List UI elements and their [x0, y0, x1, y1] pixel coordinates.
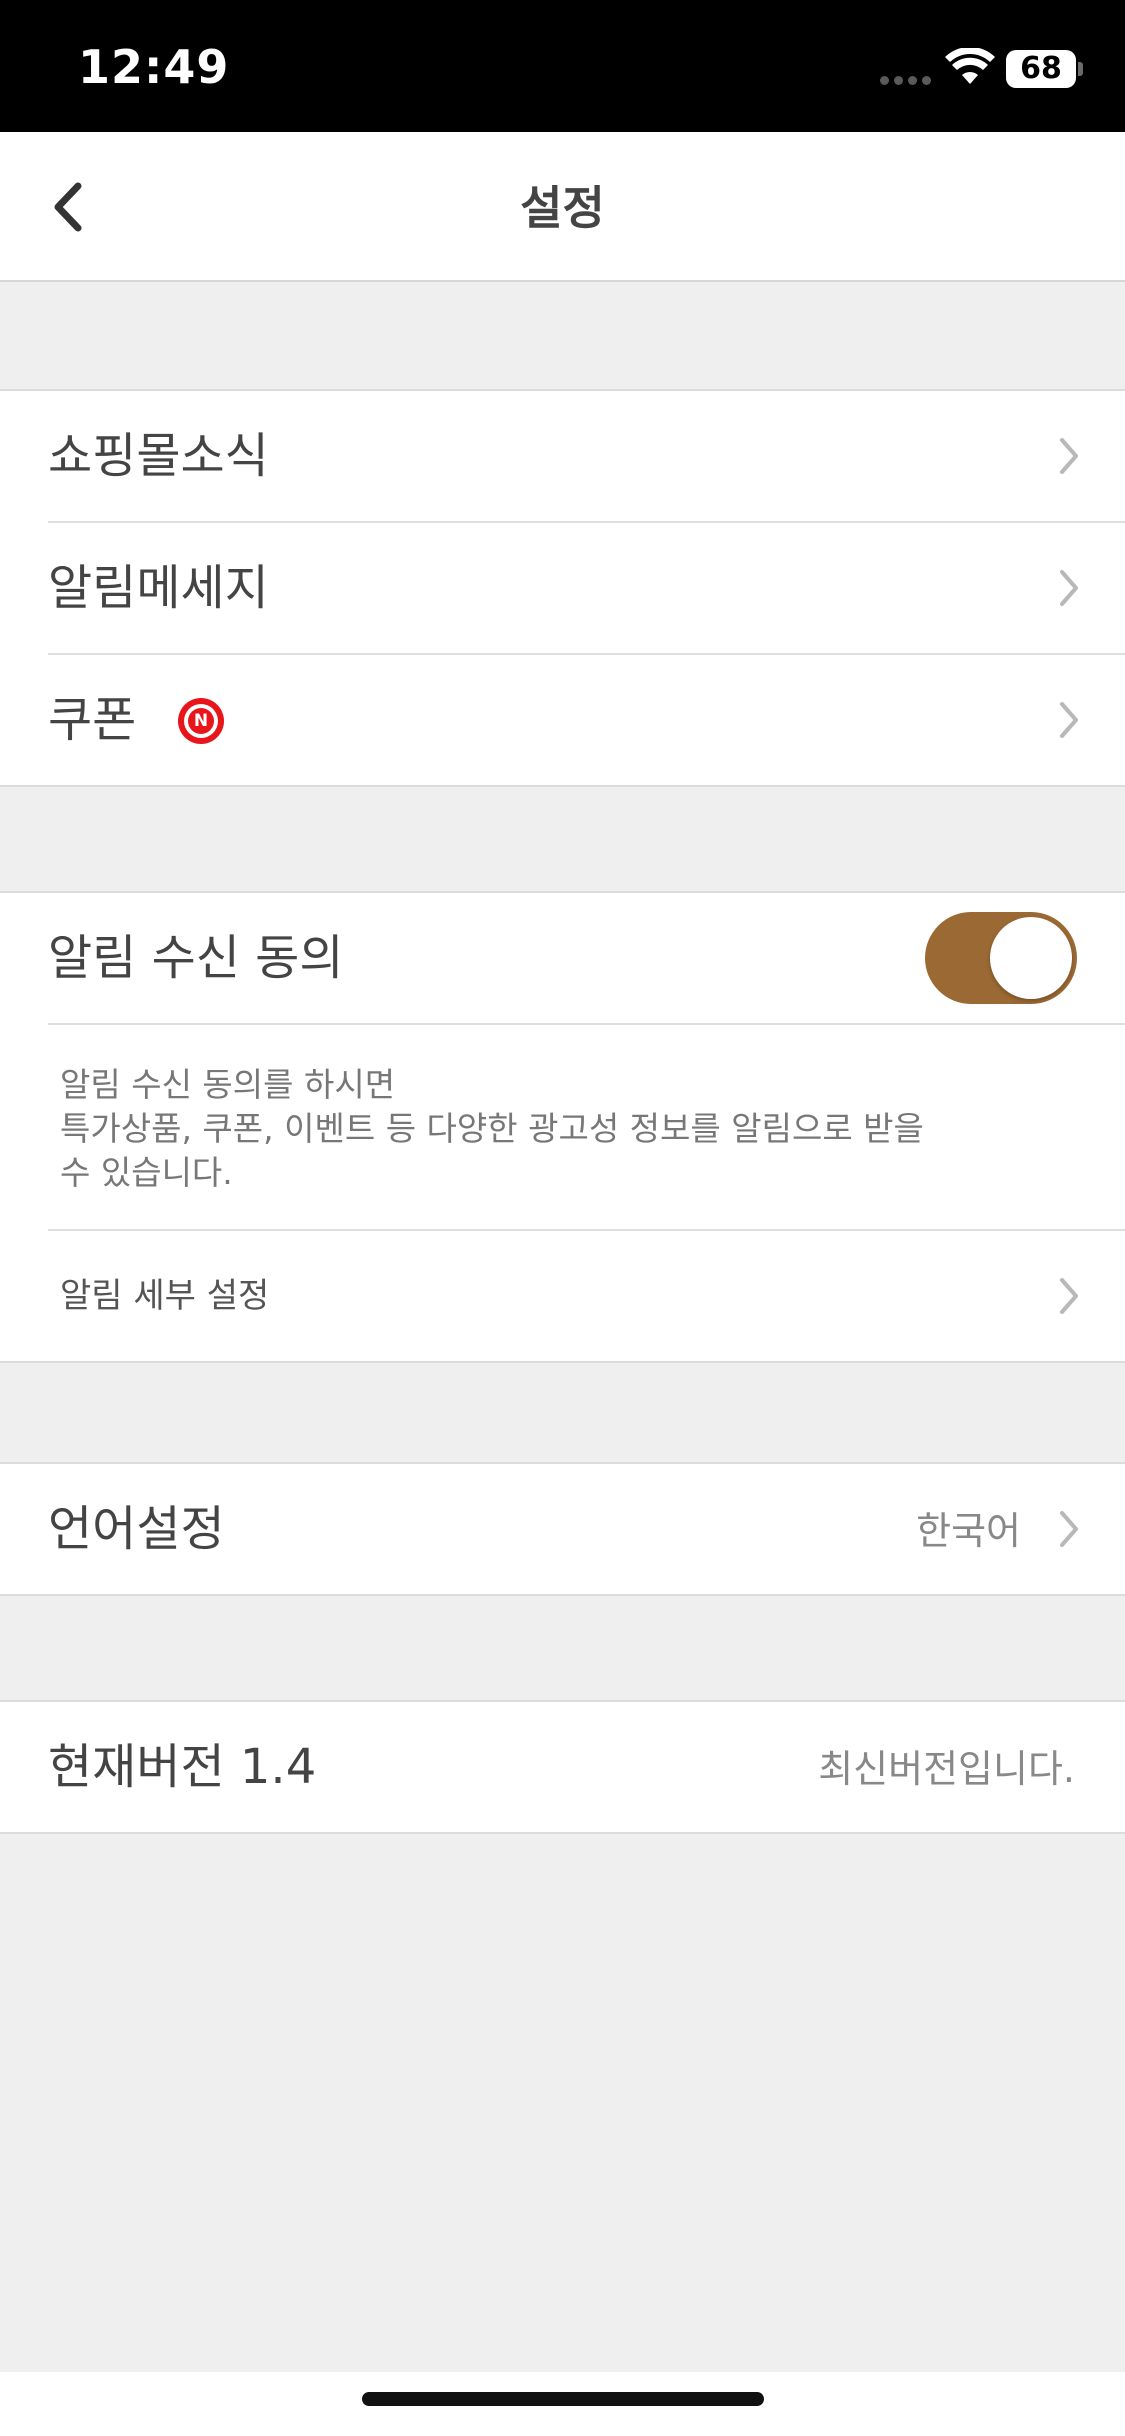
notification-consent-label: 알림 수신 동의: [48, 930, 344, 986]
version-status: 최신버전입니다.: [818, 1747, 1075, 1791]
notification-consent-row: 알림 수신 동의: [48, 893, 1125, 1025]
menu-item-label: 쿠폰: [48, 692, 137, 748]
signal-icon: [880, 76, 932, 86]
description-line: 특가상품, 쿠폰, 이벤트 등 다양한 광고성 정보를 알림으로 받을: [60, 1109, 924, 1148]
toggle-knob: [990, 917, 1072, 999]
menu-item-shop-news[interactable]: 쇼핑몰소식: [48, 391, 1125, 523]
chevron-right-icon: [1060, 570, 1078, 606]
status-bar: 12:49 68: [0, 0, 1125, 132]
language-settings-row[interactable]: 언어설정 한국어: [48, 1464, 1125, 1594]
battery-tip: [1078, 62, 1083, 76]
version-label: 현재버전 1.4: [48, 1739, 317, 1795]
menu-item-notification-messages[interactable]: 알림메세지: [48, 523, 1125, 655]
chevron-right-icon: [1060, 1278, 1078, 1314]
menu-item-label: 알림메세지: [48, 560, 269, 616]
notification-detail-label: 알림 세부 설정: [60, 1276, 270, 1316]
nav-bar: 설정: [0, 132, 1125, 282]
language-settings-label: 언어설정: [48, 1501, 225, 1557]
new-badge: N: [178, 698, 224, 744]
battery-icon: 68: [1006, 50, 1076, 88]
menu-group: 쇼핑몰소식 알림메세지 쿠폰 N: [0, 389, 1125, 787]
language-value: 한국어: [916, 1509, 1021, 1553]
description-line: 수 있습니다.: [60, 1153, 233, 1192]
notification-consent-toggle[interactable]: [925, 912, 1077, 1004]
new-badge-label: N: [188, 708, 214, 734]
status-time: 12:49: [78, 40, 230, 94]
chevron-right-icon: [1060, 1511, 1078, 1547]
wifi-icon: [945, 48, 995, 84]
menu-item-coupon[interactable]: 쿠폰 N: [48, 655, 1125, 785]
version-row: 현재버전 1.4 최신버전입니다.: [48, 1702, 1125, 1832]
page-title: 설정: [520, 181, 605, 235]
description-line: 알림 수신 동의를 하시면: [60, 1065, 396, 1104]
notification-detail-settings[interactable]: 알림 세부 설정: [48, 1231, 1125, 1361]
version-group: 현재버전 1.4 최신버전입니다.: [0, 1700, 1125, 1834]
menu-item-label: 쇼핑몰소식: [48, 428, 269, 484]
notification-description: 알림 수신 동의를 하시면 특가상품, 쿠폰, 이벤트 등 다양한 광고성 정보…: [48, 1025, 1125, 1231]
language-group: 언어설정 한국어: [0, 1462, 1125, 1596]
home-indicator[interactable]: [362, 2392, 764, 2406]
chevron-right-icon: [1060, 438, 1078, 474]
notification-group: 알림 수신 동의 알림 수신 동의를 하시면 특가상품, 쿠폰, 이벤트 등 다…: [0, 891, 1125, 1363]
chevron-right-icon: [1060, 702, 1078, 738]
